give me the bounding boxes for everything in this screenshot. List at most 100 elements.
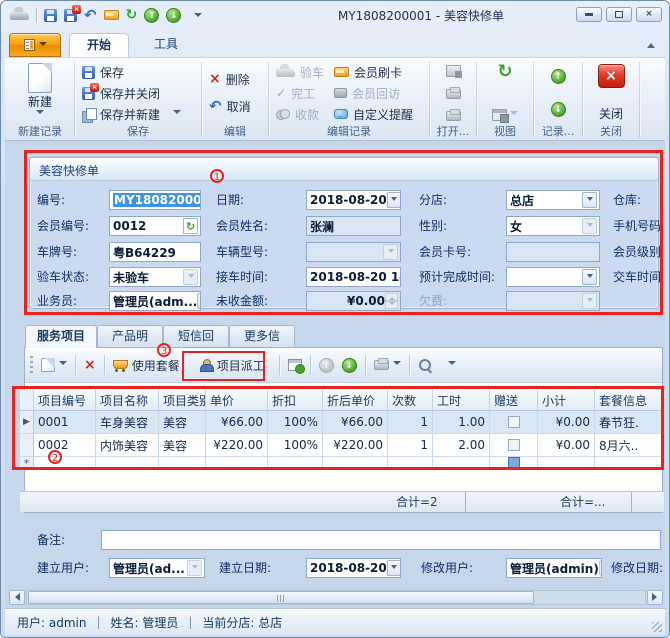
cancel-button[interactable]: ↶取消 bbox=[204, 96, 266, 117]
ribbon-collapse-icon[interactable] bbox=[647, 39, 655, 48]
layout-icon[interactable] bbox=[492, 109, 507, 121]
col-header-count[interactable]: 次数 bbox=[388, 390, 433, 411]
cell-empty[interactable] bbox=[323, 457, 388, 470]
branch-field[interactable]: 总店 bbox=[506, 190, 600, 210]
print-icon[interactable] bbox=[446, 89, 461, 99]
scrollbar-track[interactable] bbox=[26, 590, 646, 605]
add-row-button[interactable] bbox=[37, 355, 71, 375]
cell-category[interactable]: 美容 bbox=[159, 411, 206, 434]
cell-discount[interactable]: 100% bbox=[268, 434, 323, 457]
cell-subtotal[interactable]: ¥0.00 bbox=[538, 411, 595, 434]
cell-discount[interactable]: 100% bbox=[268, 411, 323, 434]
resize-grip[interactable] bbox=[652, 622, 662, 632]
date-dropdown-button[interactable] bbox=[387, 192, 401, 208]
member-lookup-button[interactable]: ↻ bbox=[183, 218, 198, 234]
cell-gift[interactable] bbox=[490, 457, 538, 470]
cell-empty[interactable] bbox=[34, 457, 96, 470]
save-icon[interactable] bbox=[44, 9, 57, 22]
col-header-gift[interactable]: 赠送 bbox=[490, 390, 538, 411]
cell-item-name[interactable]: 内饰美容 bbox=[96, 434, 159, 457]
cell-category[interactable]: 美容 bbox=[159, 434, 206, 457]
cell-count[interactable]: 1 bbox=[388, 434, 433, 457]
save-button[interactable]: 保存 bbox=[77, 62, 199, 83]
cell-empty[interactable] bbox=[159, 457, 206, 470]
salesman-dropdown-button[interactable] bbox=[197, 293, 201, 309]
tab-more-info[interactable]: 更多信息 bbox=[229, 325, 295, 347]
cell-labor-hours[interactable]: 2.00 bbox=[433, 434, 490, 457]
col-header-labor-hours[interactable]: 工时 bbox=[433, 390, 490, 411]
member-name-field[interactable]: 张澜 bbox=[306, 216, 401, 236]
cell-discounted-price[interactable]: ¥66.00 bbox=[323, 411, 388, 434]
row-selector[interactable] bbox=[20, 434, 34, 457]
inspect-state-field[interactable]: 未验车 bbox=[109, 267, 201, 287]
custom-reminder-button[interactable]: 自定义提醒 bbox=[329, 104, 418, 125]
cell-item-name[interactable]: 车身美容 bbox=[96, 411, 159, 434]
tab-start[interactable]: 开始 bbox=[69, 33, 129, 57]
cell-empty[interactable] bbox=[206, 457, 268, 470]
table-row[interactable]: ▶ 0001 车身美容 美容 ¥66.00 100% ¥66.00 1 1.00… bbox=[20, 411, 664, 434]
cell-gift[interactable] bbox=[490, 434, 538, 457]
print-preview-icon[interactable] bbox=[446, 111, 461, 121]
delete-row-button[interactable]: × bbox=[80, 356, 100, 375]
expect-time-field[interactable] bbox=[506, 267, 600, 287]
cell-empty[interactable] bbox=[595, 457, 664, 470]
next-record-icon[interactable]: ↓ bbox=[166, 8, 181, 23]
member-no-field[interactable]: 0012↻ bbox=[109, 216, 201, 236]
refresh-icon[interactable]: ↻ bbox=[126, 9, 138, 22]
cell-empty[interactable] bbox=[538, 457, 595, 470]
receive-time-field[interactable]: 2018-08-20 14 bbox=[306, 267, 401, 287]
tab-service-items[interactable]: 服务项目 bbox=[25, 325, 97, 348]
new-button[interactable]: 新建 bbox=[8, 61, 72, 125]
gift-checkbox-focused[interactable] bbox=[508, 457, 520, 469]
order-no-field[interactable]: MY1808200001 bbox=[109, 190, 201, 210]
application-menu-button[interactable] bbox=[9, 33, 61, 57]
cell-package-info[interactable]: 春节狂. bbox=[595, 411, 664, 434]
cell-discounted-price[interactable]: ¥220.00 bbox=[323, 434, 388, 457]
horizontal-scrollbar[interactable] bbox=[9, 589, 663, 605]
assign-job-button[interactable]: 项目派工 bbox=[196, 354, 269, 377]
minimize-button[interactable] bbox=[576, 7, 602, 22]
col-header-package-info[interactable]: 套餐信息 bbox=[595, 390, 664, 411]
scroll-left-button[interactable] bbox=[9, 590, 25, 605]
delete-button[interactable]: ×删除 bbox=[204, 69, 266, 90]
cell-empty[interactable] bbox=[268, 457, 323, 470]
qat-customize-icon[interactable] bbox=[194, 13, 202, 21]
table-row[interactable]: 0002 内饰美容 美容 ¥220.00 100% ¥220.00 1 2.00… bbox=[20, 434, 664, 457]
create-date-field[interactable]: 2018-08-20 bbox=[306, 558, 401, 578]
refresh-view-icon[interactable]: ↻ bbox=[497, 65, 512, 78]
cell-empty[interactable] bbox=[433, 457, 490, 470]
report-icon[interactable] bbox=[446, 65, 461, 77]
print-export-button[interactable] bbox=[370, 357, 405, 373]
col-header-discount[interactable]: 折扣 bbox=[268, 390, 323, 411]
undo-icon[interactable]: ↶ bbox=[84, 9, 97, 22]
branch-dropdown-button[interactable] bbox=[582, 192, 597, 208]
salesman-field[interactable]: 管理员(adm... bbox=[109, 291, 201, 311]
cell-item-no[interactable]: 0001 bbox=[34, 411, 96, 434]
create-date-dropdown-button[interactable] bbox=[387, 560, 401, 576]
save-and-new-button[interactable]: 保存并新建 bbox=[77, 104, 199, 125]
cell-package-info[interactable]: 8月六.. bbox=[595, 434, 664, 457]
expect-time-dropdown-button[interactable] bbox=[582, 269, 597, 285]
cell-unit-price[interactable]: ¥220.00 bbox=[206, 434, 268, 457]
col-header-category[interactable]: 项目类别 bbox=[159, 390, 206, 411]
tab-sms-visit[interactable]: 短信回访 bbox=[163, 325, 229, 347]
gender-field[interactable]: 女 bbox=[506, 216, 600, 236]
move-down-button[interactable]: ↓ bbox=[338, 355, 361, 376]
close-form-button[interactable]: × 关闭 bbox=[585, 61, 637, 125]
table-new-row[interactable]: * bbox=[20, 457, 664, 470]
save-and-close-button[interactable]: ×保存并关闭 bbox=[77, 83, 199, 104]
toolbar-drag-handle[interactable] bbox=[30, 356, 33, 374]
cell-labor-hours[interactable]: 1.00 bbox=[433, 411, 490, 434]
close-button[interactable]: × bbox=[636, 7, 662, 22]
date-field[interactable]: 2018-08-20 bbox=[306, 190, 401, 210]
member-card-icon[interactable] bbox=[104, 10, 119, 20]
cell-gift[interactable] bbox=[490, 411, 538, 434]
col-header-item-name[interactable]: 项目名称 bbox=[96, 390, 159, 411]
remark-field[interactable] bbox=[101, 530, 661, 550]
cell-item-no[interactable]: 0002 bbox=[34, 434, 96, 457]
use-package-button[interactable]: 使用套餐 bbox=[109, 354, 184, 377]
scrollbar-thumb[interactable] bbox=[28, 591, 534, 604]
previous-record-icon[interactable]: ↑ bbox=[551, 69, 566, 84]
cell-count[interactable]: 1 bbox=[388, 411, 433, 434]
cell-unit-price[interactable]: ¥66.00 bbox=[206, 411, 268, 434]
